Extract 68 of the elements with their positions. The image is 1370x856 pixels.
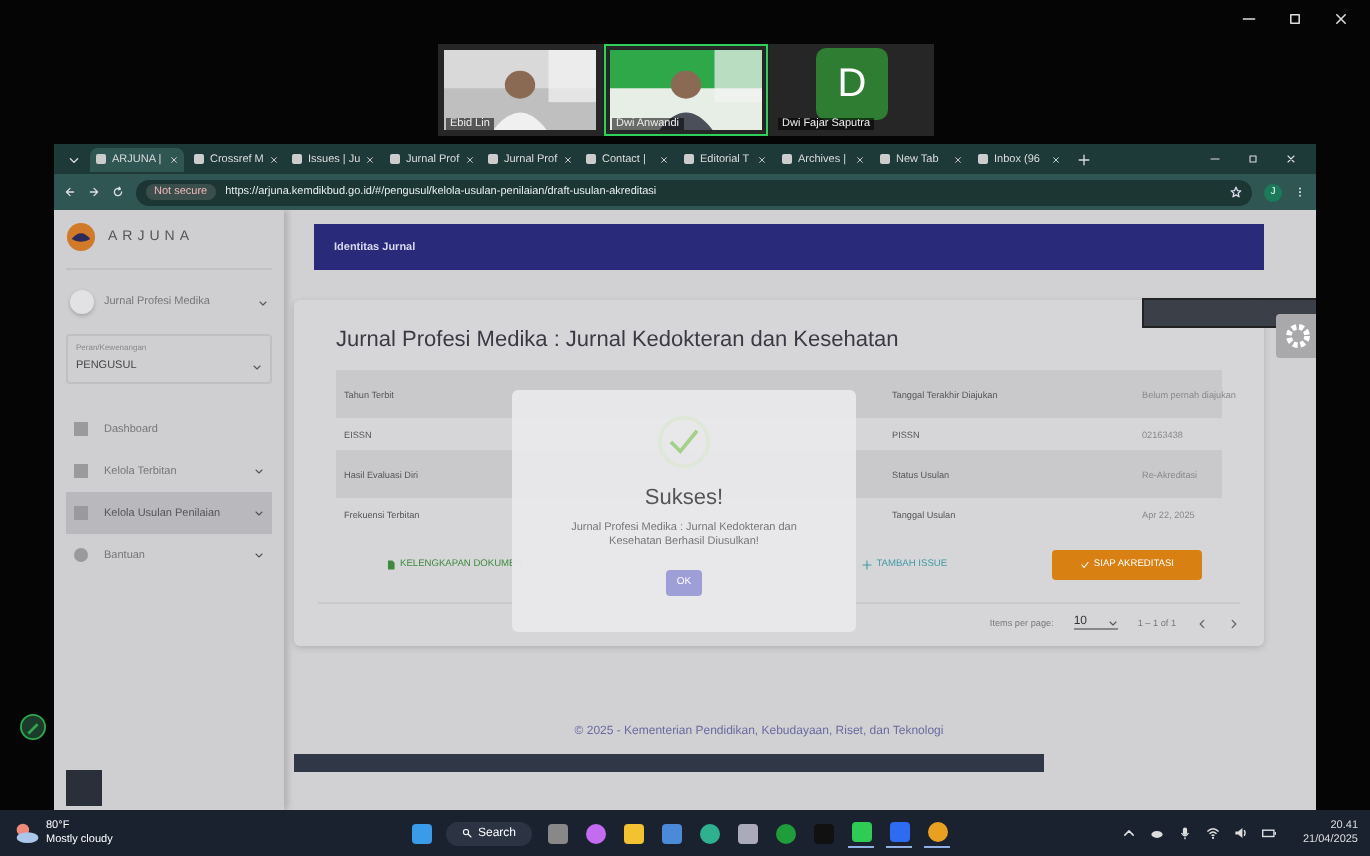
close-icon[interactable] <box>1286 154 1296 164</box>
pen-icon[interactable] <box>20 714 46 740</box>
forward-icon[interactable] <box>88 186 100 198</box>
app-icon[interactable] <box>658 820 685 846</box>
close-icon[interactable] <box>269 155 278 163</box>
check-icon[interactable] <box>1079 559 1090 569</box>
app-icon[interactable] <box>924 819 951 847</box>
caret-icon[interactable] <box>1107 617 1118 627</box>
app-icon[interactable] <box>544 820 571 846</box>
restore-icon[interactable] <box>1248 154 1258 164</box>
tab-list-icon[interactable] <box>68 153 80 165</box>
caret-icon[interactable] <box>258 297 268 307</box>
app-icon[interactable] <box>772 820 799 846</box>
microphone-icon[interactable] <box>1178 826 1193 840</box>
check-icon <box>656 414 712 470</box>
new-tab-icon[interactable] <box>1078 153 1090 165</box>
app-icon[interactable] <box>408 820 434 846</box>
caret-icon[interactable] <box>252 361 262 371</box>
chevron-up-icon[interactable] <box>1122 826 1137 840</box>
site-icon[interactable] <box>488 154 498 164</box>
next-page-icon[interactable] <box>1228 617 1240 629</box>
close-icon[interactable] <box>563 155 572 163</box>
wifi-icon[interactable] <box>1206 826 1221 840</box>
app-icon[interactable] <box>886 819 913 847</box>
site-icon[interactable] <box>782 154 792 164</box>
site-icon[interactable] <box>586 154 596 164</box>
avatar: D <box>816 48 888 120</box>
cloud-icon[interactable] <box>1150 826 1165 840</box>
app-icon[interactable] <box>734 820 761 846</box>
close-icon[interactable] <box>856 155 864 163</box>
app-icon[interactable] <box>582 820 609 846</box>
minimize-icon[interactable] <box>1242 12 1256 26</box>
logo-icon <box>66 222 96 252</box>
caret-icon[interactable] <box>254 466 264 476</box>
caret-icon[interactable] <box>254 508 264 518</box>
site-icon[interactable] <box>684 154 694 164</box>
battery-icon[interactable] <box>1262 826 1277 840</box>
dialog-title: Sukses! <box>644 486 724 510</box>
site-icon[interactable] <box>978 154 988 164</box>
journal-title: Jurnal Profesi Medika : Jurnal Kedokteran dan Kesehatan <box>336 328 901 352</box>
previous-page-icon[interactable] <box>1196 617 1208 629</box>
close-icon[interactable] <box>660 155 668 163</box>
site-icon[interactable] <box>292 154 302 164</box>
app-tile <box>66 770 102 806</box>
cloud-icon[interactable] <box>12 822 40 844</box>
search-icon[interactable] <box>462 828 472 838</box>
app-icon[interactable] <box>848 819 875 847</box>
app-icon[interactable] <box>696 820 723 846</box>
reload-icon[interactable] <box>112 186 124 198</box>
site-icon[interactable] <box>96 154 106 164</box>
caret-icon[interactable] <box>254 550 264 560</box>
close-icon[interactable] <box>465 155 474 163</box>
close-icon[interactable] <box>1334 12 1348 26</box>
close-icon[interactable] <box>758 155 766 163</box>
minimize-icon[interactable] <box>1210 154 1220 164</box>
close-icon[interactable] <box>366 155 375 163</box>
site-icon[interactable] <box>194 154 204 164</box>
site-icon[interactable] <box>390 154 400 164</box>
document-icon[interactable] <box>386 559 396 569</box>
menu-icon[interactable] <box>1294 186 1306 198</box>
close-icon[interactable] <box>954 155 962 163</box>
app-icon[interactable] <box>620 820 647 846</box>
speaker-icon[interactable] <box>1234 826 1249 840</box>
site-icon[interactable] <box>880 154 890 164</box>
back-icon[interactable] <box>64 186 76 198</box>
restore-icon[interactable] <box>1288 12 1302 26</box>
bookmark-star-icon[interactable] <box>1230 186 1242 198</box>
close-icon[interactable] <box>1052 155 1060 163</box>
